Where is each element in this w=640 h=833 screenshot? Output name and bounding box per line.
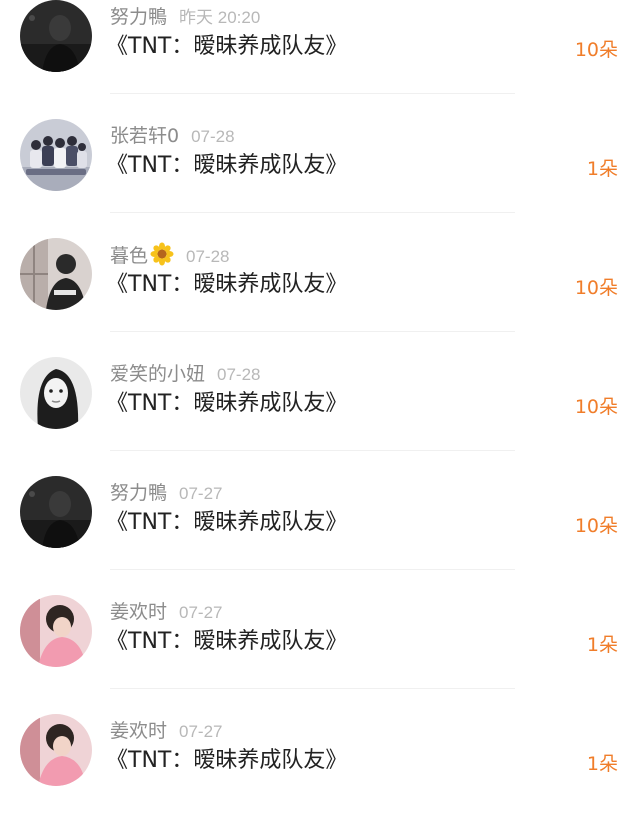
group-photo-icon bbox=[20, 119, 92, 191]
avatar[interactable] bbox=[20, 357, 92, 429]
flower-count: 1朵 bbox=[586, 158, 618, 180]
divider bbox=[110, 688, 515, 689]
flower-count: 10朵 bbox=[574, 396, 618, 418]
bw-portrait-icon bbox=[20, 357, 92, 429]
user-name[interactable]: 张若轩0 bbox=[110, 125, 179, 147]
avatar[interactable] bbox=[20, 714, 92, 786]
user-name[interactable]: 努力鴨 bbox=[110, 6, 167, 28]
item-meta: 姜欢时 07-27 bbox=[110, 599, 223, 625]
list-item[interactable]: 爱笑的小妞 07-28 《TNT：暧昧养成队友》 10朵 bbox=[0, 357, 640, 476]
dark-portrait-icon bbox=[20, 476, 92, 548]
gift-date: 昨天 20:20 bbox=[179, 8, 261, 27]
list-item[interactable]: 姜欢时 07-27 《TNT：暧昧养成队友》 1朵 bbox=[0, 714, 640, 833]
book-title[interactable]: 《TNT：暧昧养成队友》 bbox=[106, 32, 347, 62]
item-meta: 张若轩0 07-28 bbox=[110, 123, 235, 149]
flower-count: 10朵 bbox=[574, 515, 618, 537]
flower-count: 10朵 bbox=[574, 277, 618, 299]
avatar[interactable] bbox=[20, 476, 92, 548]
flower-count: 10朵 bbox=[574, 39, 618, 61]
divider bbox=[110, 450, 515, 451]
item-meta: 姜欢时 07-27 bbox=[110, 718, 223, 744]
avatar[interactable] bbox=[20, 595, 92, 667]
gift-date: 07-27 bbox=[179, 722, 223, 741]
book-title[interactable]: 《TNT：暧昧养成队友》 bbox=[106, 151, 347, 181]
avatar[interactable] bbox=[20, 238, 92, 310]
book-title[interactable]: 《TNT：暧昧养成队友》 bbox=[106, 746, 347, 776]
gift-date: 07-28 bbox=[191, 127, 235, 146]
user-name[interactable]: 爱笑的小妞 bbox=[110, 363, 205, 385]
book-title[interactable]: 《TNT：暧昧养成队友》 bbox=[106, 389, 347, 419]
dark-portrait-icon bbox=[20, 0, 92, 72]
avatar[interactable] bbox=[20, 119, 92, 191]
user-name[interactable]: 姜欢时 bbox=[110, 601, 167, 623]
list-item[interactable]: 努力鴨 07-27 《TNT：暧昧养成队友》 10朵 bbox=[0, 476, 640, 595]
item-meta: 努力鴨 07-27 bbox=[110, 480, 223, 506]
book-title[interactable]: 《TNT：暧昧养成队友》 bbox=[106, 508, 347, 538]
flower-count: 1朵 bbox=[586, 634, 618, 656]
list-item[interactable]: 张若轩0 07-28 《TNT：暧昧养成队友》 1朵 bbox=[0, 119, 640, 238]
window-figure-icon bbox=[20, 238, 92, 310]
avatar[interactable] bbox=[20, 0, 92, 72]
list-item[interactable]: 姜欢时 07-27 《TNT：暧昧养成队友》 1朵 bbox=[0, 595, 640, 714]
divider bbox=[110, 212, 515, 213]
pink-girl-icon bbox=[20, 595, 92, 667]
user-name[interactable]: 暮色 bbox=[110, 245, 148, 267]
divider bbox=[110, 569, 515, 570]
flower-count: 1朵 bbox=[586, 753, 618, 775]
pink-girl-icon bbox=[20, 714, 92, 786]
gift-date: 07-28 bbox=[186, 247, 230, 266]
item-meta: 爱笑的小妞 07-28 bbox=[110, 361, 261, 387]
gift-date: 07-28 bbox=[217, 365, 261, 384]
user-name[interactable]: 姜欢时 bbox=[110, 720, 167, 742]
gift-date: 07-27 bbox=[179, 484, 223, 503]
item-meta: 暮色 07-28 bbox=[110, 242, 230, 268]
divider bbox=[110, 93, 515, 94]
book-title[interactable]: 《TNT：暧昧养成队友》 bbox=[106, 270, 347, 300]
gift-list: 努力鴨 昨天 20:20 《TNT：暧昧养成队友》 10朵 张若轩0 07-28… bbox=[0, 0, 640, 794]
book-title[interactable]: 《TNT：暧昧养成队友》 bbox=[106, 627, 347, 657]
user-name[interactable]: 努力鴨 bbox=[110, 482, 167, 504]
item-meta: 努力鴨 昨天 20:20 bbox=[110, 4, 260, 30]
divider bbox=[110, 331, 515, 332]
list-item[interactable]: 努力鴨 昨天 20:20 《TNT：暧昧养成队友》 10朵 bbox=[0, 0, 640, 119]
gift-date: 07-27 bbox=[179, 603, 223, 622]
list-item[interactable]: 暮色 07-28 《TNT：暧昧养成队友》 10朵 bbox=[0, 238, 640, 357]
